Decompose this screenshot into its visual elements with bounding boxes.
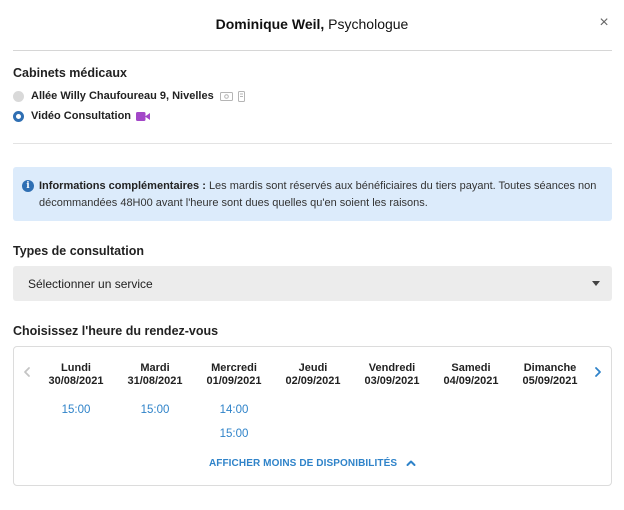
time-slot[interactable]: 15:00 [115,403,195,417]
day-column: Samedi 04/09/2021 [431,362,511,388]
cabinet-option-label: Allée Willy Chaufoureau 9, Nivelles [31,90,214,102]
show-less-button[interactable]: AFFICHER MOINS DE DISPONIBILITÉS [14,458,611,469]
day-name: Vendredi [368,362,416,374]
day-date: 30/08/2021 [48,375,104,387]
day-date: 04/09/2021 [443,375,499,387]
day-column: Lundi 30/08/2021 15:00 [36,362,116,417]
info-heading: Informations complémentaires : [39,180,206,192]
radio-selected[interactable] [13,110,24,122]
caret-down-icon [592,281,600,286]
info-icon: i [22,180,34,192]
time-slot[interactable]: 15:00 [36,403,116,417]
practitioner-name: Dominique Weil [215,16,321,32]
chevron-left-icon[interactable] [21,364,33,380]
day-date: 05/09/2021 [522,375,578,387]
header-divider [13,50,612,51]
service-select[interactable]: Sélectionner un service [13,266,612,301]
day-name: Mardi [140,362,170,374]
practitioner-role: Psychologue [328,16,409,32]
cabinet-option-label: Vidéo Consultation [31,110,132,122]
cabinet-option-video[interactable]: Vidéo Consultation [13,108,151,124]
time-slot[interactable]: 15:00 [194,427,274,441]
service-select-value: Sélectionner un service [28,277,153,291]
day-column: Vendredi 03/09/2021 [352,362,432,388]
day-date: 03/09/2021 [364,375,420,387]
calendar-title: Choisissez l'heure du rendez-vous [13,324,219,338]
day-name: Lundi [61,362,91,374]
info-banner: i Informations complémentaires : Les mar… [13,167,612,221]
day-column: Mercredi 01/09/2021 14:00 15:00 [194,362,274,441]
day-column: Jeudi 02/09/2021 [273,362,353,388]
chevron-up-icon [406,460,416,466]
day-name: Mercredi [211,362,257,374]
day-date: 01/09/2021 [206,375,262,387]
day-date: 02/09/2021 [285,375,341,387]
chevron-right-icon[interactable] [592,364,604,380]
time-slot[interactable]: 14:00 [194,403,274,417]
day-column: Mardi 31/08/2021 15:00 [115,362,195,417]
appointment-calendar: Lundi 30/08/2021 15:00 Mardi 31/08/2021 … [13,346,612,486]
cash-icon [219,91,233,101]
show-less-label: AFFICHER MOINS DE DISPONIBILITÉS [208,458,398,469]
cabinet-option-address[interactable]: Allée Willy Chaufoureau 9, Nivelles [13,88,245,104]
radio-unselected[interactable] [13,90,24,102]
consultation-title: Types de consultation [13,244,145,258]
day-name: Dimanche [523,362,577,374]
day-name: Samedi [451,362,491,374]
day-name: Jeudi [298,362,328,374]
day-date: 31/08/2021 [127,375,183,387]
title-separator: , [320,16,325,32]
day-column: Dimanche 05/09/2021 [510,362,590,388]
page-title: Dominique Weil, Psychologue [0,16,624,32]
card-icon [237,90,245,102]
cabinets-title: Cabinets médicaux [13,66,127,80]
section-divider [13,143,612,144]
modal-header: Dominique Weil, Psychologue × [0,0,624,50]
close-icon[interactable]: × [596,15,612,31]
video-camera-icon [136,111,151,121]
